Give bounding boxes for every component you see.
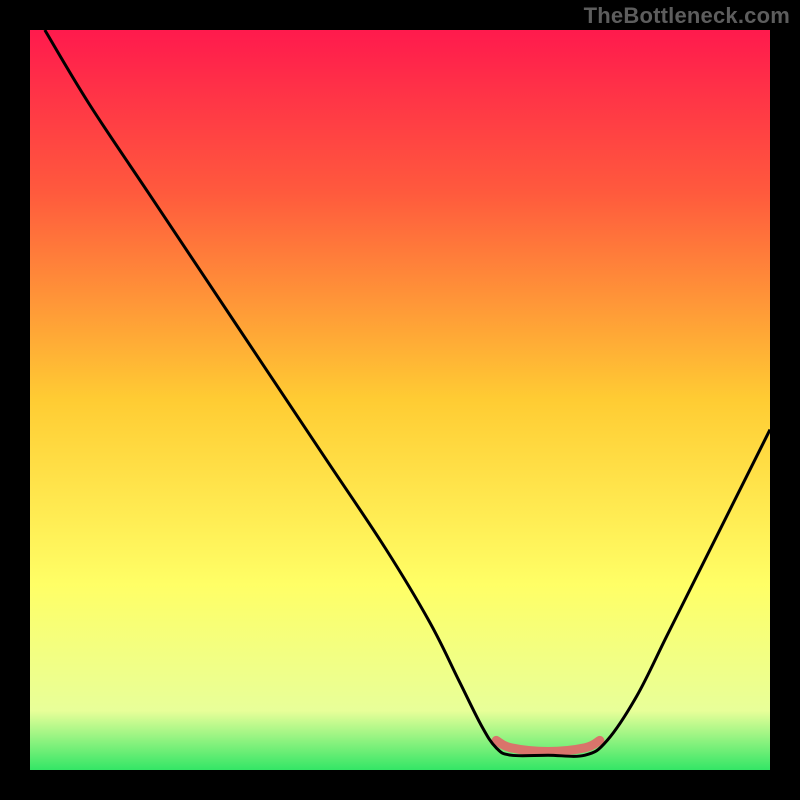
bottleneck-chart bbox=[30, 30, 770, 770]
plot-background bbox=[30, 30, 770, 770]
chart-frame: TheBottleneck.com bbox=[0, 0, 800, 800]
watermark-text: TheBottleneck.com bbox=[584, 3, 790, 29]
